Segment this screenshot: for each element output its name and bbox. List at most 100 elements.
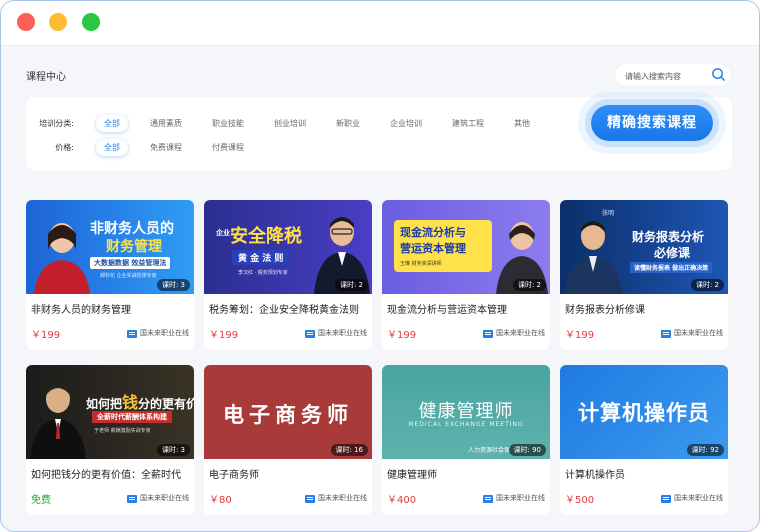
- course-title[interactable]: 现金流分析与营运资本管理: [387, 301, 545, 316]
- org-icon: [305, 329, 315, 338]
- thumb-prefix: 企业: [216, 229, 230, 237]
- org-info: 国未来职业在线: [127, 328, 189, 338]
- course-price: 免费: [31, 495, 51, 506]
- category-option-general[interactable]: 通用素质: [142, 115, 190, 132]
- teacher-photo: [30, 384, 86, 459]
- course-title[interactable]: 健康管理师: [387, 466, 545, 481]
- lesson-count: 课时: 16: [330, 444, 368, 456]
- precise-search-button[interactable]: 精确搜索课程: [591, 105, 713, 141]
- org-info: 国未来职业在线: [305, 328, 367, 338]
- course-thumbnail: 现金流分析与 营运资本管理 王琳 财务资深讲师 课时: 2: [382, 200, 550, 294]
- course-title[interactable]: 电子商务师: [209, 466, 367, 481]
- org-name: 国未来职业在线: [496, 494, 545, 502]
- app-window: 课程中心 培训分类: 全部 通用素质 职业技能 创业培训 新职业 企业培训 建筑…: [0, 0, 760, 532]
- thumb-subtitle: 读懂财务报表 做出正确决策: [630, 262, 713, 273]
- thumb-subtitle: 全薪时代薪酬体系构建: [92, 411, 172, 423]
- org-name: 国未来职业在线: [674, 329, 723, 337]
- lesson-count: 课时: 92: [686, 444, 724, 456]
- org-info: 国未来职业在线: [483, 493, 545, 503]
- category-option-vocational[interactable]: 职业技能: [204, 115, 252, 132]
- thumb-headline: 电子商务师: [223, 402, 353, 427]
- price-option-paid[interactable]: 付费课程: [204, 139, 252, 156]
- minimize-window-button[interactable]: [49, 13, 67, 31]
- org-icon: [483, 494, 493, 503]
- course-price: ￥80: [209, 495, 232, 506]
- course-thumbnail: 如何把钱分的更有价值 全薪时代薪酬体系构建 于老师 薪酬激励实战专家 课时: 3: [26, 365, 194, 459]
- course-card[interactable]: 企业 安全降税 黄 金 法 则 李汉红 · 税务规划专家 课时: 2 税务筹划：…: [204, 200, 372, 350]
- course-price: ￥500: [565, 495, 595, 506]
- thumb-headline-part-2: 分的更有价值: [138, 397, 194, 411]
- course-thumbnail: 企业 安全降税 黄 金 法 则 李汉红 · 税务规划专家 课时: 2: [204, 200, 372, 294]
- category-option-all[interactable]: 全部: [96, 114, 128, 132]
- org-name: 国未来职业在线: [318, 494, 367, 502]
- thumb-headline: 健康管理师: [418, 401, 514, 422]
- thumb-headline-2: 必修课: [654, 246, 691, 260]
- thumb-subtitle: MEDICAL EXCHANGE MEETING: [408, 421, 524, 428]
- course-thumbnail: 财务报表分析 必修课 读懂财务报表 做出正确决策 张明 课时: 2: [560, 200, 728, 294]
- lesson-count: 课时: 2: [690, 279, 724, 291]
- thumb-headline-part: 如何把: [86, 397, 123, 411]
- category-filter-row: 培训分类: 全部 通用素质 职业技能 创业培训 新职业 企业培训 建筑工程 其他: [26, 113, 552, 133]
- price-option-free[interactable]: 免费课程: [142, 139, 190, 156]
- close-window-button[interactable]: [17, 13, 35, 31]
- price-option-all[interactable]: 全部: [96, 138, 128, 156]
- course-card[interactable]: 非财务人员的 财务管理 大数据数据 效益管理法 郝秒花 企业实战授课专家 课时:…: [26, 200, 194, 350]
- lesson-count: 课时: 2: [334, 279, 368, 291]
- course-card[interactable]: 如何把钱分的更有价值 全薪时代薪酬体系构建 于老师 薪酬激励实战专家 课时: 3…: [26, 365, 194, 515]
- org-info: 国未来职业在线: [483, 328, 545, 338]
- maximize-window-button[interactable]: [82, 13, 100, 31]
- thumb-headline: 如何把钱分的更有价值: [86, 389, 194, 413]
- course-card[interactable]: 现金流分析与 营运资本管理 王琳 财务资深讲师 课时: 2 现金流分析与营运资本…: [382, 200, 550, 350]
- thumb-teacher: 李汉红 · 税务规划专家: [238, 270, 288, 276]
- thumb-headline: 非财务人员的: [90, 221, 174, 237]
- course-title[interactable]: 如何把钱分的更有价值：全薪时代: [31, 466, 189, 481]
- category-option-new-job[interactable]: 新职业: [328, 115, 368, 132]
- course-price: ￥400: [387, 495, 417, 506]
- category-option-other[interactable]: 其他: [506, 115, 538, 132]
- course-card[interactable]: 电子商务师 课时: 16 电子商务师 ￥80 国未来职业在线: [204, 365, 372, 515]
- course-title[interactable]: 非财务人员的财务管理: [31, 301, 189, 316]
- thumb-footer: 人力资源社会保: [468, 447, 511, 454]
- course-title[interactable]: 财务报表分析修课: [565, 301, 723, 316]
- teacher-photo: [34, 223, 90, 294]
- search-input[interactable]: [623, 67, 711, 85]
- category-option-construction[interactable]: 建筑工程: [444, 115, 492, 132]
- thumb-headline-2: 营运资本管理: [400, 242, 466, 255]
- price-filter-row: 价格: 全部 免费课程 付费课程: [26, 137, 266, 157]
- lesson-count: 课时: 3: [156, 279, 190, 291]
- category-filter-label: 培训分类:: [39, 118, 74, 128]
- course-card[interactable]: 健康管理师 MEDICAL EXCHANGE MEETING 人力资源社会保 课…: [382, 365, 550, 515]
- course-price: ￥199: [387, 330, 417, 341]
- org-name: 国未来职业在线: [496, 329, 545, 337]
- org-name: 国未来职业在线: [318, 329, 367, 337]
- page-title: 课程中心: [26, 72, 66, 83]
- thumb-subtitle: 黄 金 法 则: [232, 250, 290, 265]
- search-icon[interactable]: [711, 67, 726, 82]
- course-thumbnail: 计算机操作员 课时: 92: [560, 365, 728, 459]
- course-card[interactable]: 财务报表分析 必修课 读懂财务报表 做出正确决策 张明 课时: 2 财务报表分析…: [560, 200, 728, 350]
- course-title[interactable]: 计算机操作员: [565, 466, 723, 481]
- org-icon: [661, 329, 671, 338]
- lesson-count: 课时: 3: [156, 444, 190, 456]
- org-icon: [305, 494, 315, 503]
- search-box: [615, 64, 731, 86]
- category-option-startup[interactable]: 创业培训: [266, 115, 314, 132]
- thumb-headline: 现金流分析与: [400, 226, 466, 239]
- lesson-count: 课时: 90: [508, 444, 546, 456]
- category-option-enterprise[interactable]: 企业培训: [382, 115, 430, 132]
- course-card[interactable]: 计算机操作员 课时: 92 计算机操作员 ￥500 国未来职业在线: [560, 365, 728, 515]
- thumb-teacher: 王琳 财务资深讲师: [400, 261, 442, 267]
- price-filter-label: 价格:: [55, 142, 74, 152]
- course-title[interactable]: 税务筹划：企业安全降税黄金法则: [209, 301, 367, 316]
- thumb-headline: 安全降税: [230, 226, 302, 247]
- teacher-photo: [564, 221, 622, 294]
- org-info: 国未来职业在线: [661, 328, 723, 338]
- course-thumbnail: 健康管理师 MEDICAL EXCHANGE MEETING 人力资源社会保 课…: [382, 365, 550, 459]
- thumb-teacher: 于老师 薪酬激励实战专家: [94, 428, 151, 434]
- thumb-headline-2: 财务管理: [106, 239, 162, 255]
- thumb-teacher: 郝秒花 企业实战授课专家: [100, 273, 157, 279]
- course-thumbnail: 电子商务师 课时: 16: [204, 365, 372, 459]
- org-info: 国未来职业在线: [127, 493, 189, 503]
- thumb-headline: 财务报表分析: [632, 230, 705, 244]
- org-name: 国未来职业在线: [140, 329, 189, 337]
